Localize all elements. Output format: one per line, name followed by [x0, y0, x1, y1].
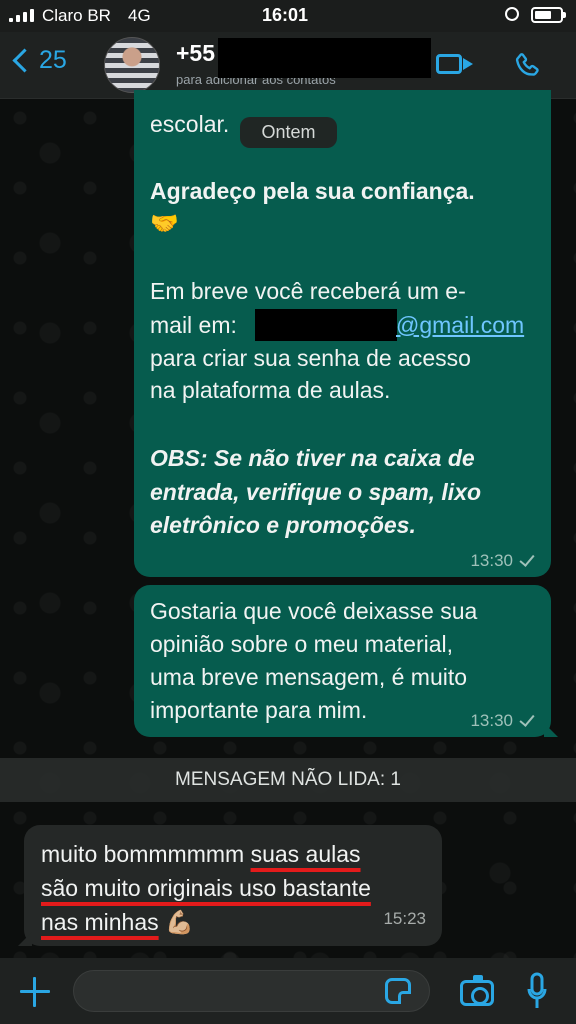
back-chevron-icon: [12, 48, 37, 73]
redaction-box: [218, 38, 431, 78]
rotation-lock-icon: [505, 7, 519, 21]
message-time: 15:23: [383, 909, 426, 928]
message-meta: 13:30: [470, 705, 535, 737]
camera-icon[interactable]: [460, 975, 494, 1006]
video-call-icon[interactable]: [436, 54, 473, 74]
message-text-italic: OBS: Se não tiver na caixa de: [150, 445, 475, 471]
message-line: nas minhas 💪🏼: [41, 905, 194, 939]
sent-check-icon: [519, 711, 535, 727]
signal-icon: [9, 9, 34, 22]
network-label: 4G: [128, 6, 151, 25]
flexed-biceps-emoji: 💪🏼: [165, 909, 194, 935]
message-line: muito bommmmmm suas aulas: [41, 837, 361, 871]
carrier-label: Claro BR: [42, 6, 111, 25]
compose-bar: [0, 958, 576, 1024]
mic-icon[interactable]: [527, 972, 547, 1012]
phone-icon[interactable]: [512, 50, 544, 82]
message-text-bold: Agradeço pela sua confiança.: [150, 178, 475, 204]
message-text: opinião sobre o meu material,: [150, 631, 453, 657]
message-text: uma breve mensagem, é muito: [150, 664, 468, 690]
battery-icon: [531, 7, 566, 23]
message-text: Gostaria que você deixasse sua: [150, 598, 478, 624]
sent-check-icon: [519, 551, 535, 567]
redaction-box: [255, 309, 397, 341]
outgoing-message[interactable]: escolar. Agradeço pela sua confiança. 🤝 …: [134, 90, 551, 577]
message-text: para criar sua senha de acesso: [150, 345, 471, 371]
message-text-italic: eletrônico e promoções.: [150, 512, 416, 538]
avatar[interactable]: [104, 37, 160, 93]
date-chip: Ontem: [240, 117, 337, 148]
message-text: escolar.: [150, 111, 230, 137]
chat-header: 25 +55 para adicionar aos contatos: [0, 32, 576, 99]
unread-count: 25: [39, 46, 67, 74]
plus-icon[interactable]: [20, 977, 50, 1007]
message-time: 13:30: [470, 551, 513, 570]
outgoing-message[interactable]: Gostaria que você deixasse sua opinião s…: [134, 585, 558, 737]
message-text: importante para mim.: [150, 697, 368, 723]
message-time: 13:30: [470, 711, 513, 730]
handshake-emoji: 🤝: [150, 210, 179, 236]
message-input[interactable]: [73, 970, 430, 1012]
message-text: na plataforma de aulas.: [150, 377, 391, 403]
incoming-message[interactable]: muito bommmmmm suas aulas são muito orig…: [18, 825, 442, 946]
message-meta: 13:30: [470, 545, 535, 577]
highlighted-text: são muito originais uso bastante: [41, 875, 371, 901]
status-bar: Claro BR 4G 16:01: [0, 0, 576, 32]
message-text: Em breve você receberá um e-: [150, 278, 466, 304]
unread-banner: MENSAGEM NÃO LIDA: 1: [0, 758, 576, 802]
message-text: mail em:: [150, 312, 237, 338]
email-link[interactable]: @gmail.com: [396, 309, 524, 341]
back-button[interactable]: 25: [10, 46, 67, 75]
highlighted-text: suas aulas: [250, 841, 361, 867]
highlighted-text: nas minhas: [41, 909, 159, 935]
contact-name[interactable]: +55: [176, 40, 215, 67]
message-text-italic: entrada, verifique o spam, lixo: [150, 479, 482, 505]
sticker-icon[interactable]: [385, 978, 411, 1004]
status-clock: 16:01: [262, 5, 309, 25]
message-text: muito bommmmmm: [41, 841, 251, 867]
